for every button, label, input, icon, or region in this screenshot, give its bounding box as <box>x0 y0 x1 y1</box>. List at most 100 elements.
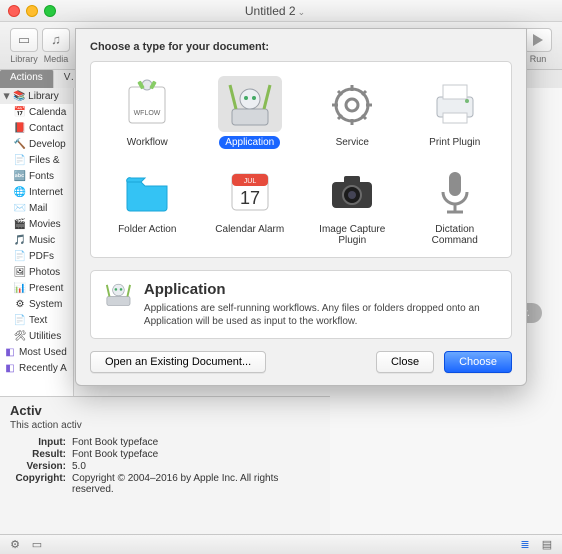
type-title: Application <box>144 281 499 298</box>
run-label: Run <box>530 54 547 64</box>
sidebar-item[interactable]: 🔤Fonts <box>0 168 73 184</box>
media-label: Media <box>44 54 69 64</box>
action-info-desc: This action activ <box>10 420 320 431</box>
sidebar-most-used[interactable]: ◧ Most Used <box>0 344 73 360</box>
sidebar-item[interactable]: 🌐Internet <box>0 184 73 200</box>
type-label: Service <box>330 136 375 149</box>
media-button[interactable]: ♫ Media <box>42 28 70 64</box>
run-icon <box>524 28 552 52</box>
type-folder-action[interactable]: Folder Action <box>99 163 196 247</box>
sidebar-item-label: Calenda <box>29 107 66 118</box>
type-workflow[interactable]: WFLOWWorkflow <box>99 76 196 149</box>
sidebar-item-label: Text <box>29 315 47 326</box>
window-title[interactable]: Untitled 2⌄ <box>56 4 494 18</box>
open-existing-button[interactable]: Open an Existing Document... <box>90 351 266 373</box>
sidebar-item-label: Present <box>29 283 63 294</box>
type-print-plugin[interactable]: Print Plugin <box>407 76 504 149</box>
sidebar-item[interactable]: 🎬Movies <box>0 216 73 232</box>
sidebar-item[interactable]: 🎵Music <box>0 232 73 248</box>
library-button[interactable]: ▭ Library <box>10 28 38 64</box>
sidebar-item-label: Develop <box>29 139 66 150</box>
service-icon <box>320 76 384 132</box>
run-button[interactable]: Run <box>524 28 552 64</box>
category-icon: 📊 <box>14 282 26 294</box>
sidebar-item[interactable]: 📄Text <box>0 312 73 328</box>
sheet-prompt: Choose a type for your document: <box>90 41 512 53</box>
close-window-button[interactable] <box>8 5 20 17</box>
flow-view-icon[interactable]: ▤ <box>540 538 554 552</box>
list-view-icon[interactable]: ≣ <box>518 538 532 552</box>
sidebar-group-library[interactable]: ▶ 📚 Library <box>0 88 73 104</box>
category-icon: 🔨 <box>14 138 26 150</box>
media-icon: ♫ <box>42 28 70 52</box>
type-label: Dictation Command <box>407 223 504 247</box>
type-label: Image Capture Plugin <box>304 223 401 247</box>
category-icon: ✉️ <box>14 202 26 214</box>
category-icon: ⚙ <box>14 298 26 310</box>
sidebar-item[interactable]: 📄PDFs <box>0 248 73 264</box>
sidebar-item-label: System <box>29 299 62 310</box>
type-image-capture-plugin[interactable]: Image Capture Plugin <box>304 163 401 247</box>
sidebar-item[interactable]: 📄Files & <box>0 152 73 168</box>
info-version-key: Version: <box>10 461 66 472</box>
workflow-view-icon[interactable]: ▭ <box>30 538 44 552</box>
type-label: Print Plugin <box>423 136 486 149</box>
title-dropdown-icon: ⌄ <box>298 7 306 17</box>
category-icon: 🖼 <box>14 266 26 278</box>
image-capture-plugin-icon <box>320 163 384 219</box>
sidebar-item[interactable]: 🛠Utilities <box>0 328 73 344</box>
category-icon: 📅 <box>14 106 26 118</box>
sidebar-item[interactable]: ⚙System <box>0 296 73 312</box>
svg-text:JUL: JUL <box>244 178 257 185</box>
window-controls <box>8 5 56 17</box>
sidebar-item-label: PDFs <box>29 251 54 262</box>
sidebar-item[interactable]: 📊Present <box>0 280 73 296</box>
minimize-window-button[interactable] <box>26 5 38 17</box>
choose-button[interactable]: Choose <box>444 351 512 373</box>
status-bar: ⚙ ▭ ≣ ▤ <box>0 534 562 554</box>
titlebar: Untitled 2⌄ <box>0 0 562 22</box>
sidebar-item-label: Mail <box>29 203 47 214</box>
smart-folder-icon: ◧ <box>4 346 16 358</box>
type-application[interactable]: Application <box>202 76 299 149</box>
sidebar-item[interactable]: 📅Calenda <box>0 104 73 120</box>
type-calendar-alarm[interactable]: JUL17Calendar Alarm <box>202 163 299 247</box>
sidebar-item[interactable]: 🖼Photos <box>0 264 73 280</box>
close-button[interactable]: Close <box>376 351 434 373</box>
category-icon: 📄 <box>14 154 26 166</box>
sidebar-group-label: Library <box>28 91 59 102</box>
svg-text:17: 17 <box>240 188 260 208</box>
application-icon <box>218 76 282 132</box>
sidebar-item[interactable]: 🔨Develop <box>0 136 73 152</box>
tab-actions[interactable]: Actions <box>0 70 54 88</box>
calendar-alarm-icon: JUL 17 <box>218 163 282 219</box>
type-service[interactable]: Service <box>304 76 401 149</box>
sidebar-item-label: Movies <box>29 219 61 230</box>
sidebar-item[interactable]: 📕Contact <box>0 120 73 136</box>
sidebar-item[interactable]: ✉️Mail <box>0 200 73 216</box>
document-type-sheet: Choose a type for your document: WFLOWWo… <box>75 28 527 386</box>
action-info-title: Activ <box>10 403 320 418</box>
info-input-key: Input: <box>10 437 66 448</box>
print-plugin-icon <box>423 76 487 132</box>
dictation-command-icon <box>423 163 487 219</box>
automator-app-icon <box>103 281 134 323</box>
sidebar-item-label: Files & <box>29 155 60 166</box>
sidebar-recently-added[interactable]: ◧ Recently A <box>0 360 73 376</box>
sidebar-item-label: Contact <box>29 123 63 134</box>
category-icon: 🌐 <box>14 186 26 198</box>
type-description: Applications are self-running workflows.… <box>144 302 499 328</box>
action-info-panel: Activ This action activ Input: Font Book … <box>0 396 330 554</box>
type-label: Application <box>219 136 280 149</box>
type-dictation-command[interactable]: Dictation Command <box>407 163 504 247</box>
smart-folder-icon: ◧ <box>4 362 16 374</box>
category-icon: 🎬 <box>14 218 26 230</box>
gear-icon[interactable]: ⚙ <box>8 538 22 552</box>
sidebar-item-label: Music <box>29 235 55 246</box>
info-result-value: Font Book typeface <box>72 449 320 460</box>
info-result-key: Result: <box>10 449 66 460</box>
sidebar-item-label: Photos <box>29 267 60 278</box>
svg-text:WFLOW: WFLOW <box>134 110 161 117</box>
category-icon: 🔤 <box>14 170 26 182</box>
zoom-window-button[interactable] <box>44 5 56 17</box>
